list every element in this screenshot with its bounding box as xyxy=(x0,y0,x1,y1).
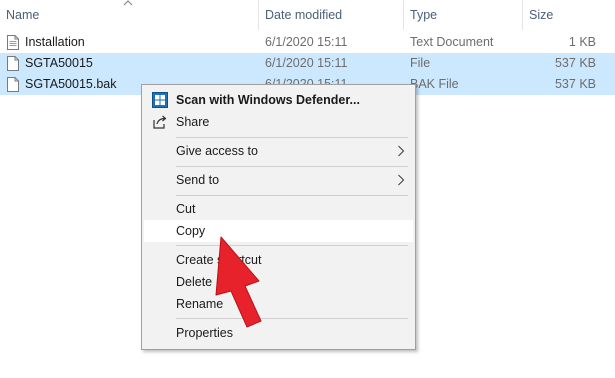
context-menu: Scan with Windows Defender... Share Give… xyxy=(141,84,416,350)
menu-item-share[interactable]: Share xyxy=(144,111,413,133)
menu-item-rename[interactable]: Rename xyxy=(144,293,413,315)
column-header-bar: Name Date modified Type Size xyxy=(0,0,615,30)
chevron-right-icon xyxy=(398,145,405,157)
file-name: SGTA50015.bak xyxy=(25,77,117,91)
menu-item-properties[interactable]: Properties xyxy=(144,322,413,344)
menu-item-label: Send to xyxy=(176,173,220,187)
menu-item-label: Give access to xyxy=(176,144,258,158)
menu-item-cut[interactable]: Cut xyxy=(144,198,413,220)
menu-item-scan-defender[interactable]: Scan with Windows Defender... xyxy=(144,89,413,111)
menu-item-label: Copy xyxy=(176,224,206,238)
menu-item-label: Share xyxy=(176,115,210,129)
menu-item-create-shortcut[interactable]: Create shortcut xyxy=(144,249,413,271)
file-type: Text Document xyxy=(410,35,494,49)
share-icon xyxy=(153,115,167,129)
menu-item-label: Properties xyxy=(176,326,233,340)
document-icon xyxy=(7,56,19,71)
menu-separator xyxy=(176,318,408,319)
menu-item-label: Scan with Windows Defender... xyxy=(176,93,360,107)
menu-item-label: Cut xyxy=(176,202,196,216)
file-size: 1 KB xyxy=(568,35,596,49)
document-icon xyxy=(7,77,19,92)
column-header-type[interactable]: Type xyxy=(404,0,522,30)
column-header-date-modified[interactable]: Date modified xyxy=(259,0,403,30)
column-header-size[interactable]: Size xyxy=(523,0,615,30)
menu-item-label: Create shortcut xyxy=(176,253,262,267)
file-size: 537 KB xyxy=(554,56,596,70)
menu-item-label: Rename xyxy=(176,297,224,311)
menu-separator xyxy=(176,195,408,196)
menu-item-delete[interactable]: Delete xyxy=(144,271,413,293)
file-date: 6/1/2020 15:11 xyxy=(265,35,348,49)
document-icon xyxy=(7,35,19,50)
file-row[interactable]: Installation 6/1/2020 15:11 Text Documen… xyxy=(0,32,615,53)
file-type: File xyxy=(410,56,431,70)
menu-item-label: Delete xyxy=(176,275,213,289)
file-date: 6/1/2020 15:11 xyxy=(265,56,348,70)
file-type: BAK File xyxy=(410,77,459,91)
file-row-selected[interactable]: SGTA50015 6/1/2020 15:11 File 537 KB xyxy=(0,53,615,74)
menu-separator xyxy=(176,166,408,167)
menu-separator xyxy=(176,137,408,138)
menu-item-give-access[interactable]: Give access to xyxy=(144,140,413,162)
menu-item-copy[interactable]: Copy xyxy=(144,220,413,242)
menu-separator xyxy=(176,245,408,246)
sort-up-icon xyxy=(123,0,133,6)
menu-item-send-to[interactable]: Send to xyxy=(144,169,413,191)
chevron-right-icon xyxy=(398,174,405,186)
file-name: Installation xyxy=(25,35,85,49)
windows-defender-icon xyxy=(152,92,168,108)
file-name: SGTA50015 xyxy=(25,56,93,70)
file-size: 537 KB xyxy=(554,77,596,91)
